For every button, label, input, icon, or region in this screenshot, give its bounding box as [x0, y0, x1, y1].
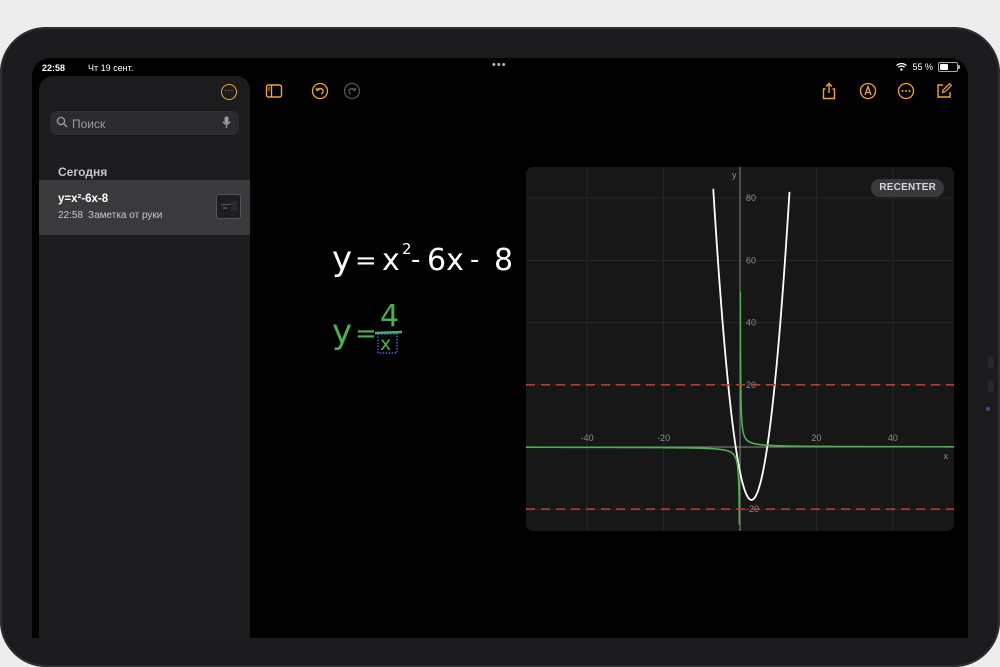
x-tick-label: 20: [811, 433, 821, 443]
result-equals: =: [355, 319, 377, 349]
result-numerator: 4: [380, 299, 399, 334]
eq-y: y: [332, 239, 352, 279]
battery-level: [940, 64, 948, 70]
graph-panel[interactable]: -40 -20 20 40 20 40 60 80 -20 x y RECENTER: [526, 167, 954, 531]
x-tick-label: 40: [888, 433, 898, 443]
share-icon[interactable]: [820, 82, 838, 100]
note-time: 22:58: [58, 210, 84, 221]
search-input[interactable]: [70, 113, 214, 135]
eq-8: 8: [494, 243, 513, 278]
compose-icon[interactable]: [935, 82, 953, 100]
multitasking-dots-icon[interactable]: •••: [492, 59, 507, 71]
hardware-button-1: [988, 356, 994, 368]
undo-icon[interactable]: [311, 82, 329, 100]
y-tick-label: 60: [746, 255, 756, 265]
eq-6x: 6x: [427, 243, 464, 278]
result-line: y = 4 x: [332, 299, 403, 355]
battery-icon: [938, 62, 960, 72]
screen: 22:58 Чт 19 сент. ••• 55 % ··· Поиск Сег…: [32, 58, 968, 638]
hyperbola-branch-left: [526, 446, 741, 525]
eq-equals: =: [355, 246, 377, 276]
result-y: y: [332, 312, 352, 352]
eq-minus-1: -: [411, 245, 420, 275]
note-thumbnail: [216, 194, 241, 219]
hardware-button-2: [988, 380, 994, 392]
microphone-icon[interactable]: [222, 116, 231, 129]
section-title-today: Сегодня: [58, 165, 108, 179]
note-list-item[interactable]: y=x²-6x-8 22:58 Заметка от руки: [39, 180, 250, 235]
hyperbola-branch-right: [739, 291, 954, 448]
parabola-curve: [712, 188, 791, 501]
search-bar: [50, 111, 239, 135]
graph-plot[interactable]: -40 -20 20 4020406080-20xy: [526, 167, 954, 531]
status-bar: 22:58 Чт 19 сент. ••• 55 %: [32, 58, 968, 78]
sidebar-more-icon[interactable]: ···: [221, 84, 237, 100]
y-axis-label: y: [732, 170, 737, 180]
note-title: y=x²-6x-8: [58, 193, 109, 205]
recenter-button[interactable]: RECENTER: [871, 179, 944, 197]
x-tick-label: -20: [657, 433, 670, 443]
x-tick-label: -40: [581, 433, 594, 443]
handwriting-canvas[interactable]: y = x 2 - 6x - 8 y = 4 x: [322, 238, 522, 408]
x-axis-label: x: [944, 451, 949, 461]
camera-indicator: [986, 407, 990, 411]
eq-x: x: [382, 243, 400, 278]
status-right: 55 %: [896, 62, 960, 72]
notes-sidebar: ··· Сегодня y=x²-6x-8 22:58 Заметка от ру…: [39, 76, 250, 638]
note-meta: 22:58 Заметка от руки: [58, 210, 162, 221]
more-icon[interactable]: [897, 82, 915, 100]
status-time: 22:58: [42, 63, 66, 73]
note-subtitle: Заметка от руки: [88, 210, 163, 221]
result-denominator: x: [380, 333, 391, 355]
sidebar-toggle-icon[interactable]: [265, 82, 283, 100]
wifi-icon: [896, 63, 908, 71]
y-tick-label: 40: [746, 318, 756, 328]
eq-minus-2: -: [470, 245, 479, 275]
y-tick-label: 80: [746, 193, 756, 203]
battery-percent: 55 %: [912, 62, 933, 72]
markup-icon[interactable]: [859, 82, 877, 100]
status-date: Чт 19 сент.: [88, 63, 134, 73]
search-icon: [56, 116, 68, 128]
redo-icon[interactable]: [343, 82, 361, 100]
equation-line: y = x 2 - 6x - 8: [332, 239, 513, 279]
